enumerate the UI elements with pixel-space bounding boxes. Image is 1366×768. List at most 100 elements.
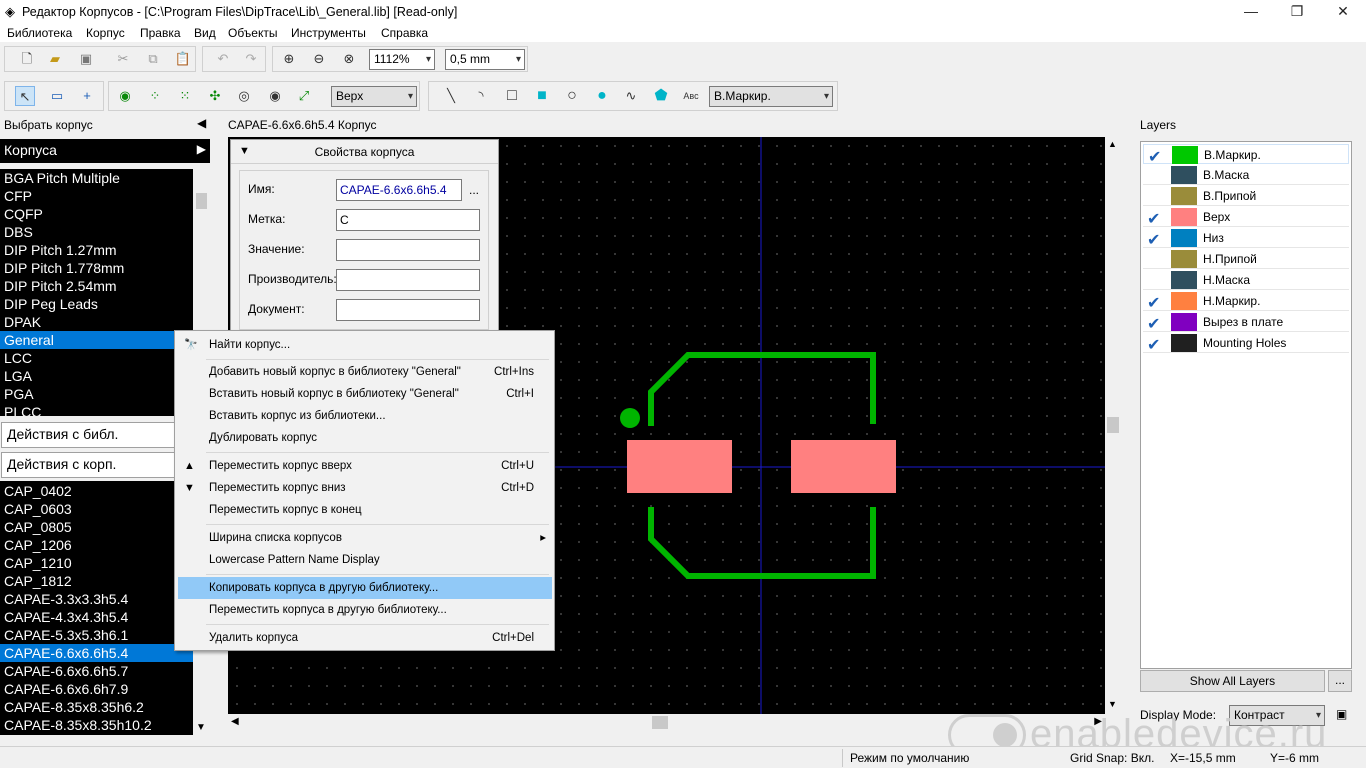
collapse-panel-icon[interactable]: ◀ <box>197 116 206 130</box>
hole-icon[interactable]: ◎ <box>234 86 254 106</box>
list-item[interactable]: CAPAE-3.3x3.3h5.4 <box>0 590 193 608</box>
document-field[interactable] <box>336 299 480 321</box>
list-item-selected[interactable]: CAPAE-6.6x6.6h5.4 <box>0 644 193 662</box>
menu-item-list-width[interactable]: Ширина списка корпусов ▸ <box>178 527 552 549</box>
group-list[interactable]: BGA Pitch Multiple CFP CQFP DBS DIP Pitc… <box>0 169 193 416</box>
scroll-down-icon[interactable]: ▼ <box>1108 699 1117 709</box>
browse-button[interactable]: ... <box>469 183 479 197</box>
menu-item-move-end[interactable]: Переместить корпус в конец <box>178 499 552 521</box>
layer-visible-check-icon[interactable]: ✔ <box>1148 147 1168 167</box>
menu-item-copy-to-lib[interactable]: Копировать корпуса в другую библиотеку..… <box>178 577 552 599</box>
list-item[interactable]: CAP_0603 <box>0 500 193 518</box>
rectangle-tool-icon[interactable]: □ <box>502 86 522 106</box>
scroll-down-icon[interactable]: ▼ <box>196 722 206 733</box>
list-item[interactable]: CAP_0805 <box>0 518 193 536</box>
paste-icon[interactable]: 📋 <box>173 49 193 69</box>
list-item[interactable]: CAPAE-4.3x4.3h5.4 <box>0 608 193 626</box>
maximize-button[interactable]: ❐ <box>1274 0 1320 24</box>
layer-row[interactable]: ✔ Верх <box>1143 207 1349 229</box>
scroll-thumb[interactable] <box>1107 417 1119 433</box>
layer-visible-check-icon[interactable]: ✔ <box>1147 314 1167 334</box>
cut-icon[interactable]: ✂ <box>113 49 133 69</box>
display-settings-icon[interactable]: ▣ <box>1336 707 1347 721</box>
layer-visible-check-icon[interactable]: ✔ <box>1147 230 1167 250</box>
pad-circle-icon[interactable]: ✣ <box>205 86 225 106</box>
show-all-layers-button[interactable]: Show All Layers <box>1140 670 1325 692</box>
menu-item-move-up[interactable]: ▲ Переместить корпус вверх Ctrl+U <box>178 455 552 477</box>
menu-item-add-new[interactable]: Добавить новый корпус в библиотеку "Gene… <box>178 361 552 383</box>
layers-list[interactable]: ✔ В.Маркир. В.Маска В.Припой ✔ Верх ✔ Низ Н… <box>1140 141 1352 669</box>
list-item[interactable]: DIP Pitch 1.778mm <box>0 259 193 277</box>
scroll-thumb[interactable] <box>652 716 668 729</box>
list-item[interactable]: DIP Pitch 1.27mm <box>0 241 193 259</box>
open-file-icon[interactable]: ▰ <box>45 49 65 69</box>
menu-item-lowercase[interactable]: Lowercase Pattern Name Display <box>178 549 552 571</box>
menu-objects[interactable]: Объекты <box>228 26 278 40</box>
menu-item-duplicate[interactable]: Дублировать корпус <box>178 427 552 449</box>
layer-visible-check-icon[interactable]: ✔ <box>1147 335 1167 355</box>
tag-field[interactable]: C <box>336 209 480 231</box>
list-item[interactable]: LGA <box>0 367 193 385</box>
layer-row[interactable]: ✔ Mounting Holes <box>1143 333 1349 355</box>
minimize-button[interactable]: — <box>1228 0 1274 24</box>
layer-row[interactable]: ✔ Вырез в плате <box>1143 312 1349 334</box>
copy-icon[interactable]: ⧉ <box>143 49 163 69</box>
close-button[interactable]: ✕ <box>1320 0 1366 24</box>
menu-library[interactable]: Библиотека <box>7 26 72 40</box>
manufacturer-field[interactable] <box>336 269 480 291</box>
filled-rect-icon[interactable]: ■ <box>532 86 552 106</box>
text-tool-icon[interactable]: Авс <box>681 86 701 106</box>
menu-item-insert-new[interactable]: Вставить новый корпус в библиотеку "Gene… <box>178 383 552 405</box>
list-item[interactable]: CAPAE-8.35x8.35h6.2 <box>0 698 193 716</box>
arc-tool-icon[interactable]: ◝ <box>471 86 491 106</box>
grid-size-combo[interactable]: 0,5 mm ▾ <box>445 49 525 70</box>
list-item[interactable]: CAPAE-5.3x5.3h6.1 <box>0 626 193 644</box>
list-item[interactable]: BGA Pitch Multiple <box>0 169 193 187</box>
list-item[interactable]: DIP Peg Leads <box>0 295 193 313</box>
menu-tools[interactable]: Инструменты <box>291 26 366 40</box>
menu-edit[interactable]: Правка <box>140 26 181 40</box>
menu-pattern[interactable]: Корпус <box>86 26 125 40</box>
layers-more-button[interactable]: ... <box>1328 670 1352 692</box>
list-item[interactable]: CAP_1210 <box>0 554 193 572</box>
layer-visible-check-icon[interactable]: ✔ <box>1147 293 1167 313</box>
zoom-combo[interactable]: 1112% ▾ <box>369 49 435 70</box>
origin-icon[interactable]: + <box>77 86 97 106</box>
pad-array-icon[interactable]: ⁘ <box>145 86 165 106</box>
menu-view[interactable]: Вид <box>194 26 216 40</box>
list-item[interactable]: CQFP <box>0 205 193 223</box>
layer-combo[interactable]: В.Маркир. ▾ <box>709 86 833 107</box>
layer-row[interactable]: Н.Припой <box>1143 249 1349 269</box>
layer-row[interactable]: ✔ Н.Маркир. <box>1143 291 1349 313</box>
rect-select-icon[interactable]: ▭ <box>47 86 67 106</box>
scroll-thumb[interactable] <box>196 193 207 209</box>
canvas-vertical-scrollbar[interactable]: ▲ ▼ <box>1105 137 1121 714</box>
list-item[interactable]: CAPAE-8.35x8.35h10.2 <box>0 716 193 734</box>
list-item[interactable]: DPAK <box>0 313 193 331</box>
properties-header[interactable]: ▼ Свойства корпуса <box>231 140 498 164</box>
menu-item-find[interactable]: 🔭 Найти корпус... <box>178 334 552 356</box>
new-file-icon[interactable]: 🗋 <box>17 49 37 69</box>
pattern-list[interactable]: CAP_0402 CAP_0603 CAP_0805 CAP_1206 CAP_… <box>0 481 193 735</box>
pad-1[interactable] <box>627 440 732 493</box>
line-tool-icon[interactable]: ╲ <box>441 86 461 106</box>
zoom-out-icon[interactable]: ⊖ <box>309 49 329 69</box>
menu-item-move-down[interactable]: ▼ Переместить корпус вниз Ctrl+D <box>178 477 552 499</box>
scroll-left-icon[interactable]: ◀ <box>231 716 239 727</box>
layer-row[interactable]: ✔ В.Маркир. <box>1143 144 1349 167</box>
save-icon[interactable]: ▣ <box>76 49 96 69</box>
ellipse-tool-icon[interactable]: ○ <box>562 86 582 106</box>
list-item[interactable]: CAP_1206 <box>0 536 193 554</box>
pad-2[interactable] <box>791 440 896 493</box>
filled-ellipse-icon[interactable]: ● <box>592 86 612 106</box>
layer-row[interactable]: В.Припой <box>1143 186 1349 206</box>
list-item[interactable]: DBS <box>0 223 193 241</box>
menu-item-insert-from-lib[interactable]: Вставить корпус из библиотеки... <box>178 405 552 427</box>
list-item[interactable]: CAPAE-6.6x6.6h5.7 <box>0 662 193 680</box>
layer-row[interactable]: ✔ Низ <box>1143 228 1349 250</box>
list-item-selected[interactable]: General <box>0 331 193 349</box>
layer-row[interactable]: Н.Маска <box>1143 270 1349 290</box>
undo-icon[interactable]: ↶ <box>213 49 233 69</box>
layer-visible-check-icon[interactable]: ✔ <box>1147 209 1167 229</box>
menu-item-delete[interactable]: Удалить корпуса Ctrl+Del <box>178 627 552 649</box>
